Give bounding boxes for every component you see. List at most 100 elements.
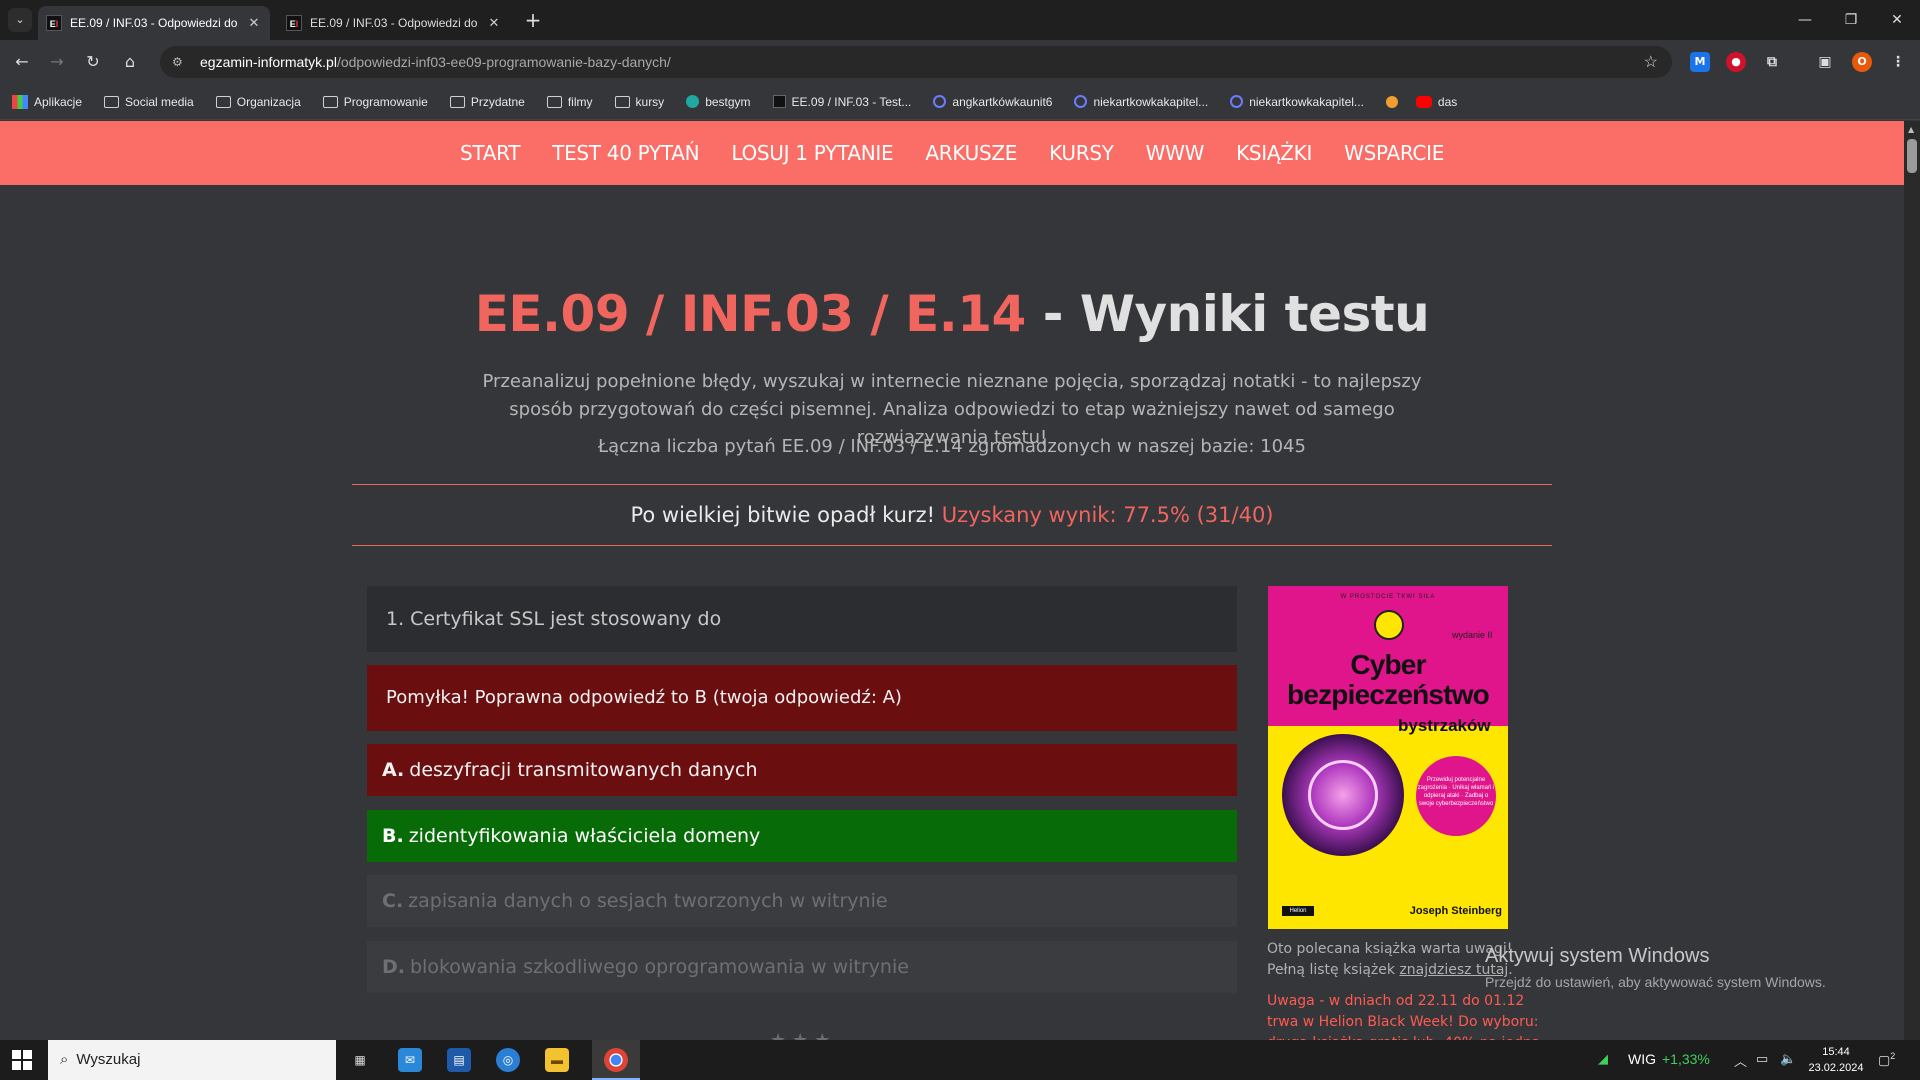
book-author: Joseph Steinberg — [1409, 905, 1502, 917]
taskbar-search-input[interactable]: ⌕ Wyszukaj — [48, 1040, 336, 1080]
bookmark-label: bestgym — [705, 94, 751, 109]
extensions-puzzle-icon[interactable]: ⧉ — [1762, 52, 1782, 72]
nav-wsparcie[interactable]: WSPARCIE — [1328, 141, 1460, 165]
answer-letter: A. — [382, 759, 405, 781]
site-nav: START TEST 40 PYTAŃ LOSUJ 1 PYTANIE ARKU… — [0, 121, 1904, 185]
page-title: EE.09 / INF.03 / E.14 - Wyniki testu — [0, 285, 1904, 343]
site-info-icon[interactable]: ⚙ — [172, 55, 188, 69]
calculator-icon[interactable]: ▤ — [447, 1048, 471, 1072]
bookmark-label: Aplikacje — [34, 94, 83, 109]
windows-start-icon[interactable] — [12, 1050, 32, 1070]
answer-letter: D. — [382, 956, 405, 978]
search-icon: ⌕ — [60, 1051, 69, 1068]
browser-menu-icon[interactable]: ⋮ — [1888, 52, 1908, 72]
home-icon[interactable]: ⌂ — [118, 50, 142, 74]
tab-close-icon[interactable]: ✕ — [246, 15, 262, 31]
bookmark-quizlet-3[interactable]: niekartkowkakapitel... — [1230, 95, 1364, 109]
profile-avatar[interactable]: O — [1852, 52, 1872, 72]
quizlet-icon — [1230, 95, 1244, 108]
book-title-line2: bezpieczeństwo — [1287, 679, 1490, 710]
nav-test-40[interactable]: TEST 40 PYTAŃ — [536, 141, 715, 165]
bookmark-folder-przydatne[interactable]: Przydatne — [449, 95, 525, 109]
volume-muted-icon[interactable]: 🔈 — [1780, 1051, 1796, 1067]
notification-icon[interactable]: ▢2 — [1878, 1051, 1895, 1068]
bookmark-folder-organizacja[interactable]: Organizacja — [215, 95, 301, 109]
windows-taskbar: ⌕ Wyszukaj ▦ ✉ ▤ ◎ ▬ ◢ WIG +1,33% ︿ ▭ 🔈 15… — [0, 1040, 1920, 1080]
search-placeholder: Wyszukaj — [76, 1051, 141, 1068]
bookmark-bestgym[interactable]: bestgym — [686, 94, 751, 109]
nav-start[interactable]: START — [444, 141, 536, 165]
quizlet-icon — [1074, 95, 1088, 108]
window-close-button[interactable]: ✕ — [1874, 0, 1920, 40]
extension-record-icon[interactable]: ● — [1726, 52, 1746, 72]
bookmark-label: niekartkowkakapitel... — [1249, 94, 1364, 109]
bookmark-folder-programowanie[interactable]: Programowanie — [322, 95, 428, 109]
forward-icon[interactable]: → — [45, 50, 69, 74]
network-icon[interactable]: ▭ — [1756, 1051, 1768, 1067]
folder-icon — [215, 95, 231, 108]
nav-arkusze[interactable]: ARKUSZE — [909, 141, 1033, 165]
bookmark-folder-kursy[interactable]: kursy — [614, 95, 664, 109]
title-accent: EE.09 / INF.03 / E.14 — [474, 285, 1027, 343]
mail-icon[interactable]: ✉ — [398, 1048, 422, 1072]
chrome-icon[interactable] — [604, 1048, 628, 1072]
stock-widget[interactable]: WIG +1,33% — [1628, 1051, 1710, 1067]
stock-change: +1,33% — [1662, 1051, 1710, 1067]
book-cover-image[interactable]: W PROSTOCIE TKWI SIŁA wydanie II Cyber be… — [1268, 586, 1508, 929]
book-edition: wydanie II — [1452, 630, 1493, 640]
nav-ksiazki[interactable]: KSIĄŻKI — [1220, 141, 1328, 165]
browser-toolbar: ← → ↻ ⌂ ⚙ egzamin-informatyk.pl/odpowied… — [0, 40, 1920, 84]
file-explorer-icon[interactable]: ▬ — [545, 1048, 569, 1072]
result-banner: Po wielkiej bitwie opadł kurz! Uzyskany … — [352, 484, 1552, 546]
answer-b: B. zidentyfikowania właściciela domeny — [367, 810, 1237, 862]
tray-chevron-icon[interactable]: ︿ — [1734, 1051, 1747, 1070]
clock-time: 15:44 — [1822, 1046, 1850, 1058]
tab-search-button[interactable]: ⌄ — [8, 8, 32, 32]
nav-losuj[interactable]: LOSUJ 1 PYTANIE — [715, 141, 909, 165]
bookmark-youtube[interactable]: das — [1415, 95, 1457, 109]
address-bar[interactable]: ⚙ egzamin-informatyk.pl/odpowiedzi-inf03… — [160, 46, 1672, 78]
browser-alt-icon[interactable]: ◎ — [496, 1048, 520, 1072]
site-favicon-icon: EI — [286, 15, 302, 31]
rec-line1: Oto polecana książka warta uwagi! — [1267, 941, 1513, 957]
site-favicon-icon: EI — [46, 15, 62, 31]
bookmark-quizlet-2[interactable]: niekartkowkakapitel... — [1074, 95, 1208, 109]
question-count-text: Łączna liczba pytań EE.09 / INF.03 / E.1… — [598, 436, 1306, 457]
bookmark-apps[interactable]: Aplikacje — [12, 94, 83, 109]
bookmark-emoji[interactable] — [1385, 95, 1404, 108]
minimize-button[interactable]: — — [1782, 0, 1828, 40]
answer-text: deszyfracji transmitowanych danych — [409, 759, 758, 781]
book-series: W PROSTOCIE TKWI SIŁA — [1340, 594, 1436, 600]
bookmark-ee09-test[interactable]: EE.09 / INF.03 - Test... — [772, 95, 911, 109]
page-scrollbar[interactable]: ▲ — [1904, 121, 1920, 1040]
folder-icon — [614, 95, 630, 108]
scroll-up-icon[interactable]: ▲ — [1908, 125, 1914, 134]
tab-close-icon[interactable]: ✕ — [486, 15, 502, 31]
answer-text: zidentyfikowania właściciela domeny — [408, 825, 761, 847]
watermark-title: Aktywuj system Windows — [1485, 945, 1710, 967]
youtube-icon — [1415, 95, 1432, 108]
reload-icon[interactable]: ↻ — [81, 50, 105, 74]
nav-kursy[interactable]: KURSY — [1033, 141, 1130, 165]
tab-inactive[interactable]: EI EE.09 / INF.03 - Odpowiedzi do ✕ — [278, 6, 510, 40]
new-tab-button[interactable]: + — [520, 8, 546, 34]
tab-active[interactable]: EI EE.09 / INF.03 - Odpowiedzi do ✕ — [38, 6, 270, 40]
bookmark-folder-social[interactable]: Social media — [104, 95, 194, 109]
side-panel-icon[interactable]: ▣ — [1815, 52, 1835, 72]
nav-www[interactable]: WWW — [1130, 141, 1220, 165]
scrollbar-thumb[interactable] — [1907, 139, 1917, 173]
answer-verdict: Pomyłka! Poprawna odpowiedź to B (twoja … — [367, 665, 1237, 731]
bookmark-folder-filmy[interactable]: filmy — [546, 95, 593, 109]
tab-title: EE.09 / INF.03 - Odpowiedzi do — [70, 16, 238, 30]
extension-m-icon[interactable]: M — [1690, 52, 1710, 72]
quizlet-icon — [933, 95, 947, 108]
system-clock[interactable]: 15:44 23.02.2024 — [1806, 1044, 1866, 1076]
task-view-icon[interactable]: ▦ — [348, 1048, 372, 1072]
answer-letter: B. — [382, 825, 404, 847]
restore-button[interactable]: ❐ — [1828, 0, 1874, 40]
back-icon[interactable]: ← — [10, 50, 34, 74]
windows-activation-watermark: Aktywuj system Windows Przejdź do ustawi… — [1485, 945, 1826, 990]
bookmark-quizlet-1[interactable]: angkartkówkaunit6 — [933, 95, 1052, 109]
bookmark-star-icon[interactable]: ☆ — [1644, 52, 1658, 72]
site-favicon-icon — [772, 95, 786, 108]
